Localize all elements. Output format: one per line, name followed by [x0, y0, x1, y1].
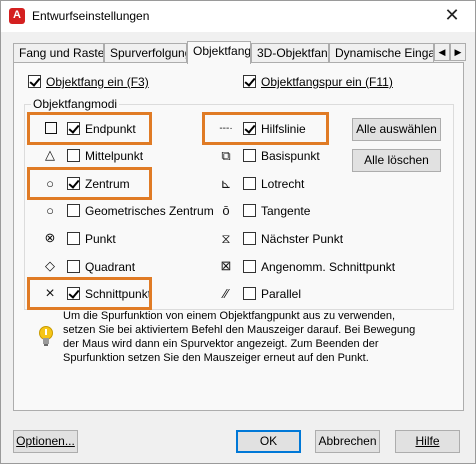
osnap-on-label[interactable]: Objektfang ein (F3) [46, 75, 149, 89]
window-title: Entwurfseinstellungen [32, 9, 150, 23]
highlight-zentrum [27, 167, 152, 200]
tab-dynamische-eingabe[interactable]: Dynamische Eingabe [329, 43, 434, 63]
lightbulb-icon [39, 326, 53, 346]
perpendicular-icon: ⊾ [220, 176, 232, 191]
tab-3d-objektfang[interactable]: 3D-Objektfang [251, 43, 329, 63]
apparent-intersection-icon: ⊠ [220, 258, 232, 273]
autocad-app-icon: A [9, 8, 25, 24]
geometrisches-zentrum-checkbox[interactable] [67, 204, 80, 217]
tangente-checkbox[interactable] [243, 204, 256, 217]
dialog-window: A Entwurfseinstellungen ✕ Fang und Raste… [0, 0, 476, 464]
parallel-label[interactable]: Parallel [261, 287, 301, 301]
ok-button[interactable]: OK [236, 430, 301, 453]
osnap-track-on-checkbox[interactable] [243, 75, 256, 88]
parallel-icon: ∕∕ [223, 286, 229, 301]
tangente-label[interactable]: Tangente [261, 204, 310, 218]
basispunkt-label[interactable]: Basispunkt [261, 149, 320, 163]
highlight-schnittpunkt [27, 277, 152, 310]
angenomm-schnittpunkt-checkbox[interactable] [243, 260, 256, 273]
mittelpunkt-checkbox[interactable] [67, 149, 80, 162]
select-all-button[interactable]: Alle auswählen [352, 118, 441, 141]
basispunkt-checkbox[interactable] [243, 149, 256, 162]
highlight-hilfslinie [202, 112, 329, 145]
angenomm-schnittpunkt-label[interactable]: Angenomm. Schnittpunkt [261, 260, 395, 274]
nearest-icon: ⧖ [221, 231, 231, 246]
clear-all-button[interactable]: Alle löschen [352, 149, 441, 172]
triangle-icon: △ [45, 147, 55, 162]
osnap-modes-title: Objektfangmodi [31, 97, 120, 111]
geometrisches-zentrum-label[interactable]: Geometrisches Zentrum [85, 204, 214, 218]
close-icon[interactable]: ✕ [441, 5, 463, 26]
geometric-center-icon: ○ [46, 203, 54, 218]
quadrant-label[interactable]: Quadrant [85, 260, 135, 274]
tab-scroll-left-icon[interactable]: ◀ [434, 43, 450, 61]
quadrant-checkbox[interactable] [67, 260, 80, 273]
punkt-label[interactable]: Punkt [85, 232, 116, 246]
node-icon: ⊗ [44, 230, 56, 245]
tab-objektfang[interactable]: Objektfang [187, 41, 251, 64]
options-button[interactable]: Optionen... [13, 430, 78, 453]
tangent-icon: ō [222, 203, 230, 218]
lotrecht-checkbox[interactable] [243, 177, 256, 190]
diamond-icon: ◇ [45, 258, 55, 273]
punkt-checkbox[interactable] [67, 232, 80, 245]
lotrecht-label[interactable]: Lotrecht [261, 177, 304, 191]
osnap-on-checkbox[interactable] [28, 75, 41, 88]
tab-spurverfolgung[interactable]: Spurverfolgung [104, 43, 187, 63]
mittelpunkt-label[interactable]: Mittelpunkt [85, 149, 143, 163]
naechster-punkt-label[interactable]: Nächster Punkt [261, 232, 343, 246]
insertion-icon: ⧉ [221, 148, 231, 163]
osnap-track-on-label[interactable]: Objektfangspur ein (F11) [261, 75, 393, 89]
naechster-punkt-checkbox[interactable] [243, 232, 256, 245]
cancel-button[interactable]: Abbrechen [315, 430, 380, 453]
title-bar: A Entwurfseinstellungen ✕ [1, 1, 475, 32]
tab-fang-und-raster[interactable]: Fang und Raster [13, 43, 104, 63]
tracking-info-text: Um die Spurfunktion von einem Objektfang… [63, 310, 416, 364]
parallel-checkbox[interactable] [243, 287, 256, 300]
help-button[interactable]: Hilfe [395, 430, 460, 453]
highlight-endpunkt [27, 112, 152, 145]
tab-scroll-right-icon[interactable]: ▶ [450, 43, 466, 61]
